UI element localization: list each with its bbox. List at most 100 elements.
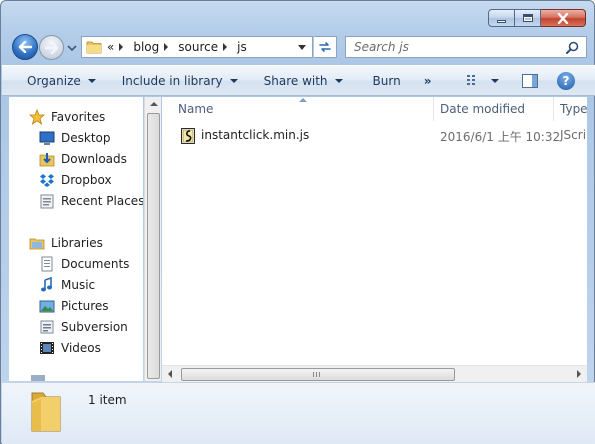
include-in-library-label: Include in library bbox=[121, 73, 223, 88]
change-view-button[interactable] bbox=[467, 75, 499, 86]
pictures-icon bbox=[39, 300, 55, 313]
forward-button[interactable] bbox=[39, 35, 64, 60]
sidebar-item-downloads[interactable]: Downloads bbox=[39, 149, 127, 169]
file-list: Name Date modified Type instantclick.min… bbox=[162, 97, 587, 365]
back-button[interactable] bbox=[12, 34, 38, 60]
close-button[interactable] bbox=[541, 9, 586, 27]
sidebar-item-dropbox[interactable]: Dropbox bbox=[39, 170, 112, 190]
explorer-window: « blog source js Search js Organize Incl… bbox=[0, 0, 595, 444]
sidebar-item-desktop[interactable]: Desktop bbox=[39, 128, 111, 148]
address-segment-label: source bbox=[178, 40, 219, 54]
search-input[interactable]: Search js bbox=[345, 36, 587, 58]
close-icon bbox=[557, 12, 569, 24]
grip-icon bbox=[313, 372, 322, 377]
column-header-type[interactable]: Type bbox=[554, 97, 587, 121]
sidebar-item-music[interactable]: Music bbox=[39, 275, 95, 295]
sidebar-item-videos[interactable]: Videos bbox=[39, 338, 101, 358]
sidebar-item-favorites[interactable]: Favorites bbox=[29, 107, 105, 127]
sidebar-item-recent-places[interactable]: Recent Places bbox=[39, 191, 143, 211]
address-separator-icon[interactable] bbox=[164, 43, 169, 51]
burn-button[interactable]: Burn bbox=[373, 74, 401, 88]
minimize-button[interactable] bbox=[488, 9, 515, 27]
scrollbar-thumb[interactable] bbox=[181, 368, 455, 381]
file-type: JScrip bbox=[560, 128, 587, 142]
homegroup-icon-partial bbox=[31, 375, 45, 381]
file-date-modified: 2016/6/1 上午 10:32 bbox=[440, 130, 561, 144]
share-with-button[interactable]: Share with bbox=[264, 74, 343, 88]
file-list-horizontal-scrollbar[interactable] bbox=[162, 365, 587, 382]
downloads-icon bbox=[39, 153, 55, 167]
sidebar-item-pictures[interactable]: Pictures bbox=[39, 296, 109, 316]
address-segment-label: js bbox=[237, 40, 247, 54]
address-separator-icon[interactable] bbox=[223, 43, 228, 51]
chevron-down-icon bbox=[334, 79, 343, 83]
sidebar-item-label: Dropbox bbox=[61, 173, 112, 187]
address-dropdown-icon[interactable] bbox=[298, 45, 306, 50]
organize-button[interactable]: Organize bbox=[27, 74, 96, 88]
sidebar-item-label: Music bbox=[61, 278, 96, 292]
dropbox-icon bbox=[40, 174, 54, 187]
address-separator-icon[interactable] bbox=[119, 43, 124, 51]
folder-icon bbox=[31, 392, 61, 432]
share-with-label: Share with bbox=[263, 73, 328, 88]
chevron-down-icon bbox=[67, 45, 77, 52]
documents-icon bbox=[41, 256, 53, 272]
refresh-icon bbox=[319, 42, 331, 52]
address-segment-js[interactable]: js bbox=[237, 40, 252, 54]
details-pane: 1 item bbox=[2, 382, 595, 444]
maximize-icon bbox=[522, 14, 533, 22]
address-segment-label: blog bbox=[133, 40, 160, 54]
sidebar-item-label: Recent Places bbox=[61, 194, 143, 208]
column-header-name[interactable]: Name bbox=[162, 97, 434, 121]
search-icon[interactable] bbox=[566, 41, 579, 54]
column-header-label: Name bbox=[178, 102, 214, 116]
navigation-scrollbar[interactable] bbox=[144, 97, 161, 381]
folder-icon bbox=[86, 41, 102, 54]
videos-icon bbox=[40, 342, 54, 354]
more-commands-button[interactable]: » bbox=[424, 74, 432, 88]
view-icon bbox=[467, 75, 475, 85]
forward-arrow-icon bbox=[44, 41, 58, 54]
sidebar-item-subversion[interactable]: Subversion bbox=[39, 317, 128, 337]
desktop-icon bbox=[39, 131, 55, 145]
include-in-library-button[interactable]: Include in library bbox=[122, 74, 238, 88]
chevron-down-icon bbox=[87, 79, 96, 83]
refresh-button[interactable] bbox=[314, 36, 337, 58]
preview-pane-button[interactable] bbox=[522, 74, 538, 88]
maximize-button[interactable] bbox=[515, 9, 541, 27]
chevron-down-icon bbox=[229, 79, 238, 83]
sidebar-item-label: Videos bbox=[61, 341, 101, 355]
address-overflow[interactable]: « bbox=[107, 40, 114, 54]
navigation-pane: Favorites Desktop Downloads Dropbox Rece… bbox=[9, 97, 143, 381]
scrollbar-thumb[interactable] bbox=[147, 113, 160, 379]
sidebar-item-label: Desktop bbox=[61, 131, 111, 145]
back-arrow-icon bbox=[18, 41, 32, 53]
address-segment-blog[interactable]: blog bbox=[133, 40, 174, 54]
scroll-right-icon[interactable] bbox=[577, 370, 581, 378]
table-row[interactable]: instantclick.min.js 2016/6/1 上午 10:32 JS… bbox=[162, 125, 587, 147]
address-bar[interactable]: « blog source js bbox=[81, 36, 313, 58]
sidebar-item-label: Libraries bbox=[51, 236, 103, 250]
sidebar-item-label: Favorites bbox=[51, 110, 106, 124]
libraries-icon bbox=[29, 238, 45, 250]
organize-label: Organize bbox=[27, 73, 81, 88]
column-header-label: Date modified bbox=[440, 102, 526, 116]
command-bar: Organize Include in library Share with B… bbox=[2, 65, 595, 96]
help-button[interactable]: ? bbox=[557, 72, 575, 90]
sidebar-item-documents[interactable]: Documents bbox=[39, 254, 129, 274]
music-icon bbox=[41, 277, 52, 292]
recent-pages-button[interactable] bbox=[67, 42, 77, 52]
chevron-down-icon bbox=[491, 78, 499, 83]
subversion-icon bbox=[40, 320, 54, 334]
search-placeholder: Search js bbox=[354, 40, 409, 54]
sidebar-item-libraries[interactable]: Libraries bbox=[29, 233, 103, 253]
scroll-left-icon[interactable] bbox=[168, 370, 172, 378]
address-segment-source[interactable]: source bbox=[178, 40, 233, 54]
file-name: instantclick.min.js bbox=[201, 128, 310, 142]
column-header-date-modified[interactable]: Date modified bbox=[434, 97, 554, 121]
script-file-icon bbox=[181, 128, 195, 144]
sidebar-item-label: Documents bbox=[61, 257, 130, 271]
scroll-up-icon[interactable] bbox=[150, 102, 158, 106]
recent-places-icon bbox=[40, 194, 54, 209]
star-icon bbox=[29, 109, 45, 125]
